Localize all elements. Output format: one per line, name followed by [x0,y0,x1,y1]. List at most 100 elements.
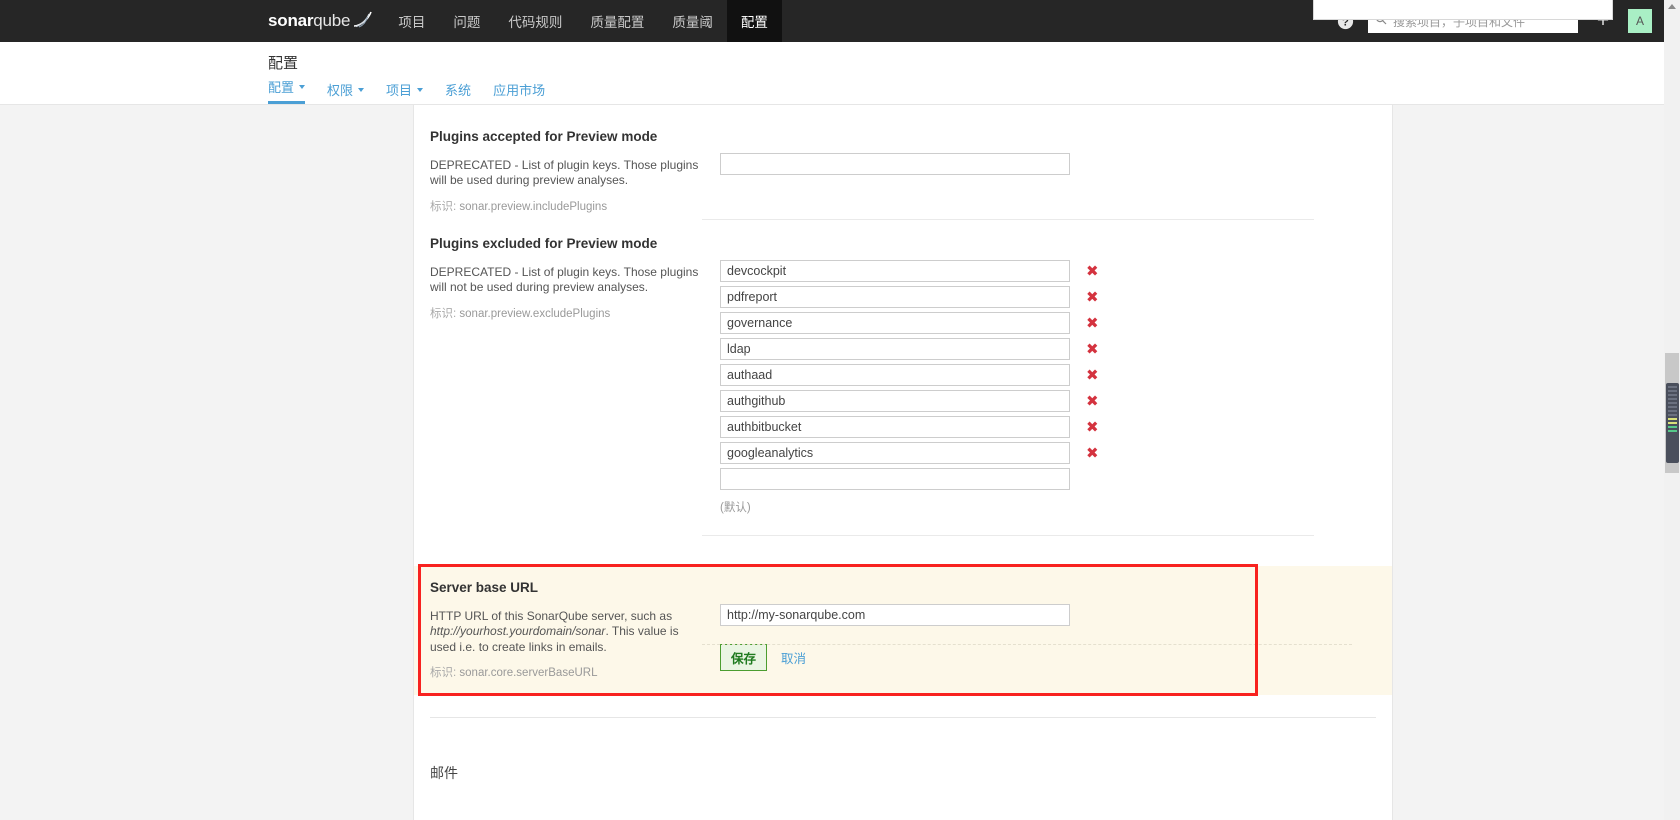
setting-value-area: http://my-sonarqube.com 保存 取消 [720,580,1374,680]
setting-key: 标识: sonar.preview.excludePlugins [430,305,700,321]
tab-configuration[interactable]: 配置 [268,77,306,104]
setting-key-value: sonar.preview.includePlugins [459,200,608,213]
value-row: http://my-sonarqube.com [720,604,1374,626]
setting-key: 标识: sonar.preview.includePlugins [430,198,700,214]
setting-title: Plugins accepted for Preview mode [430,129,658,144]
nav-item-label: 代码规则 [508,15,563,30]
plugin-key-input[interactable]: googleanalytics [720,442,1070,464]
plugin-key-input[interactable] [720,153,1070,175]
section-divider [702,219,1314,220]
value-row [720,468,1374,490]
plugin-key-input[interactable]: authaad [720,364,1070,386]
nav-item-quality-profiles[interactable]: 质量配置 [576,0,658,42]
sonarqube-logo[interactable]: sonar qube [268,0,384,42]
value-row [720,153,1374,175]
setting-key-label: 标识: [430,667,457,680]
default-note: (默认) [720,502,751,514]
setting-description: HTTP URL of this SonarQube server, such … [430,609,700,655]
page-header: 配置 配置 权限 项目 系统 应用市场 [0,42,1680,105]
desc-part1: HTTP URL of this SonarQube server, such … [430,609,673,623]
save-button[interactable]: 保存 [720,644,768,671]
tab-marketplace[interactable]: 应用市场 [493,80,545,104]
value-row: ldap ✖ [720,338,1374,360]
nav-item-projects[interactable]: 项目 [384,0,439,42]
value-row: devcockpit ✖ [720,260,1374,282]
scrollbar-thumb[interactable] [1666,383,1679,463]
minimap-line-highlight [1668,422,1677,424]
minimap-line-highlight [1668,418,1677,420]
plugin-key-input[interactable]: pdfreport [720,286,1070,308]
setting-title: Plugins excluded for Preview mode [430,236,658,251]
setting-definition: Plugins excluded for Preview mode DEPREC… [430,236,720,515]
setting-key-value: sonar.core.serverBaseURL [459,667,598,680]
minimap-line-accent [1668,426,1677,428]
value-row: pdfreport ✖ [720,286,1374,308]
remove-icon[interactable]: ✖ [1086,316,1099,331]
setting-key-value: sonar.preview.excludePlugins [459,307,611,320]
chevron-down-icon [417,87,424,92]
setting-plugins-accepted: Plugins accepted for Preview mode DEPREC… [414,129,1392,220]
tab-projects[interactable]: 项目 [386,80,424,104]
remove-icon[interactable]: ✖ [1086,446,1099,461]
remove-icon[interactable]: ✖ [1086,420,1099,435]
nav-item-issues[interactable]: 问题 [439,0,494,42]
cancel-button[interactable]: 取消 [781,648,806,667]
nav-item-label: 项目 [398,15,426,30]
remove-icon[interactable]: ✖ [1086,290,1099,305]
setting-key-label: 标识: [430,200,457,213]
chevron-down-icon [299,84,306,89]
nav-item-label: 问题 [453,15,481,30]
plugin-key-input[interactable]: authbitbucket [720,416,1070,438]
minimap-line [1668,398,1677,400]
avatar[interactable]: A [1628,9,1652,33]
desc-example-url: http://yourhost.yourdomain/sonar [430,624,606,639]
chevron-up-icon [1668,4,1676,9]
minimap-line [1668,386,1677,388]
nav-item-label: 配置 [740,15,768,30]
tab-permissions[interactable]: 权限 [327,80,365,104]
brand-bold-text: sonar [268,11,314,30]
plugin-key-input[interactable]: authgithub [720,390,1070,412]
minimap-line [1668,390,1677,392]
minimap-line [1668,402,1677,404]
section-divider [702,535,1314,536]
plugin-key-input[interactable]: governance [720,312,1070,334]
scroll-up-arrow[interactable] [1664,0,1680,13]
value-row: authbitbucket ✖ [720,416,1374,438]
action-button-row: 保存 取消 [720,644,1374,671]
nav-item-label: 质量配置 [590,15,645,30]
plugin-key-input-empty[interactable] [720,468,1070,490]
nav-item-quality-gates[interactable]: 质量阈 [658,0,727,42]
nav-left-group: sonar qube 项目 问题 代码规则 质量配置 质量阈 配置 [268,0,782,42]
value-row: authaad ✖ [720,364,1374,386]
sonarqube-wave-icon [352,10,374,33]
minimap-line [1668,394,1677,396]
setting-definition: Plugins accepted for Preview mode DEPREC… [430,129,720,214]
plugin-key-input[interactable]: ldap [720,338,1070,360]
minimap-line [1668,410,1677,412]
setting-plugins-excluded: Plugins excluded for Preview mode DEPREC… [414,236,1392,536]
setting-description: DEPRECATED - List of plugin keys. Those … [430,158,699,188]
page-title: 配置 [268,55,299,72]
setting-server-base-url: Server base URL HTTP URL of this SonarQu… [414,566,1392,695]
remove-icon[interactable]: ✖ [1086,368,1099,383]
nav-item-administration[interactable]: 配置 [726,0,782,42]
value-row: authgithub ✖ [720,390,1374,412]
avatar-initial: A [1635,14,1644,28]
nav-item-rules[interactable]: 代码规则 [494,0,576,42]
tab-label: 配置 [268,80,295,95]
value-row: governance ✖ [720,312,1374,334]
tab-label: 系统 [445,83,472,98]
remove-icon[interactable]: ✖ [1086,342,1099,357]
scrollbar-track[interactable] [1664,13,1680,820]
remove-icon[interactable]: ✖ [1086,264,1099,279]
minimap-line-accent [1668,430,1677,432]
tab-system[interactable]: 系统 [445,80,471,104]
settings-tabbar: 配置 权限 项目 系统 应用市场 [268,78,567,104]
setting-value-area: devcockpit ✖ pdfreport ✖ governance ✖ ld… [720,236,1374,515]
minimap-line [1668,414,1677,416]
setting-value-area [720,129,1374,214]
server-base-url-input[interactable]: http://my-sonarqube.com [720,604,1070,626]
plugin-key-input[interactable]: devcockpit [720,260,1070,282]
remove-icon[interactable]: ✖ [1086,394,1099,409]
